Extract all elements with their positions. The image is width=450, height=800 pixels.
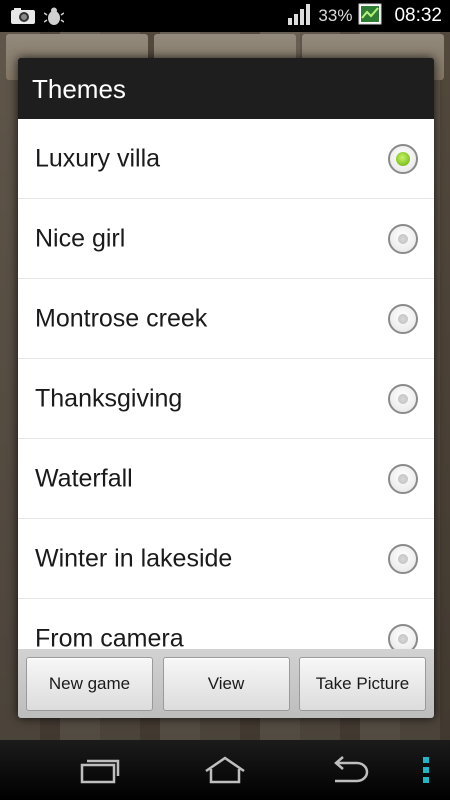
- theme-option-label: Thanksgiving: [35, 384, 183, 412]
- back-icon: [334, 756, 369, 783]
- radio-button[interactable]: [388, 223, 418, 254]
- activity-icon: [358, 3, 382, 30]
- radio-button[interactable]: [388, 543, 418, 574]
- theme-option-waterfall[interactable]: Waterfall: [18, 439, 434, 519]
- take-picture-button[interactable]: Take Picture: [299, 656, 426, 711]
- theme-option-montrose-creek[interactable]: Montrose creek: [18, 279, 434, 359]
- theme-option-label: Winter in lakeside: [35, 544, 233, 572]
- home-button[interactable]: [185, 740, 265, 800]
- overflow-menu-icon: [423, 757, 429, 783]
- radio-button[interactable]: [388, 303, 418, 334]
- dialog-title-bar: Themes: [18, 58, 434, 120]
- theme-option-luxury-villa[interactable]: Luxury villa: [18, 119, 434, 199]
- theme-list[interactable]: Luxury villa Nice girl Montrose creek Th…: [18, 119, 434, 707]
- navigation-bar: [0, 740, 450, 800]
- themes-dialog: Themes Luxury villa Nice girl Montrose c…: [18, 58, 434, 718]
- radio-button[interactable]: [388, 383, 418, 414]
- theme-option-winter-in-lakeside[interactable]: Winter in lakeside: [18, 519, 434, 599]
- view-button[interactable]: View: [162, 656, 290, 711]
- home-icon: [205, 756, 245, 784]
- radio-button[interactable]: [388, 463, 418, 494]
- bug-icon: [43, 6, 65, 26]
- theme-option-thanksgiving[interactable]: Thanksgiving: [18, 359, 434, 439]
- theme-option-label: Nice girl: [35, 224, 126, 252]
- recent-apps-icon: [80, 759, 120, 784]
- screen: Themes Levels Scores: [0, 0, 450, 800]
- new-game-button[interactable]: New game: [26, 656, 153, 711]
- camera-icon: [10, 7, 36, 25]
- theme-option-label: Waterfall: [35, 464, 133, 492]
- battery-percent: 33%: [318, 6, 353, 25]
- overflow-menu-button[interactable]: [408, 740, 444, 800]
- recent-apps-button[interactable]: [60, 740, 140, 800]
- status-bar: 33% 08:32: [0, 0, 450, 32]
- dialog-button-bar: New game View Take Picture: [18, 649, 434, 718]
- back-button[interactable]: [310, 740, 390, 800]
- theme-option-label: Luxury villa: [35, 144, 161, 172]
- theme-option-label: Montrose creek: [35, 304, 208, 332]
- signal-icon: [288, 3, 312, 30]
- theme-option-nice-girl[interactable]: Nice girl: [18, 199, 434, 279]
- clock: 08:32: [394, 5, 442, 26]
- dialog-title: Themes: [32, 74, 126, 104]
- radio-button-checked[interactable]: [388, 143, 418, 174]
